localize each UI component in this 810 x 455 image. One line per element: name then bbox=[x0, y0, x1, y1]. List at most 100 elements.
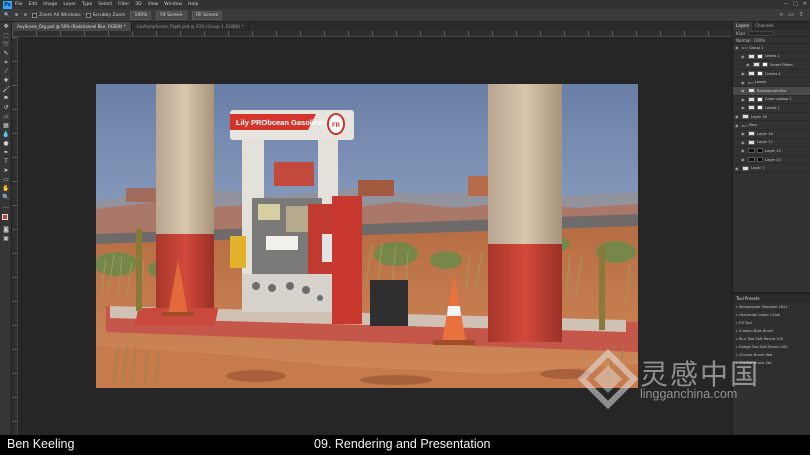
layer-row[interactable]: ◉ ▸▭ Group 1 bbox=[733, 44, 810, 53]
layer-row[interactable]: ◉ Layer 16 bbox=[733, 130, 810, 139]
tool-preset-item[interactable]: Custom Blob Brush bbox=[733, 327, 810, 335]
zoom-tool-icon-side[interactable]: 🔍 bbox=[0, 193, 12, 202]
visibility-eye-icon[interactable]: ◉ bbox=[735, 166, 740, 171]
visibility-eye-icon[interactable]: ◉ bbox=[741, 97, 746, 102]
tab-document-2[interactable]: GasPumpScene_Flight.psd @ 33% (Group 1, … bbox=[132, 22, 250, 31]
scrubby-zoom-checkbox[interactable]: Scrubby Zoom bbox=[85, 12, 125, 18]
quick-select-tool-icon[interactable]: ✎ bbox=[0, 49, 12, 58]
layer-row[interactable]: ◉ Color Lookup 1 bbox=[733, 96, 810, 105]
layer-mask-thumbnail[interactable] bbox=[757, 148, 763, 154]
tool-preset-item[interactable]: Rectangular Marquee 16x1 bbox=[733, 303, 810, 311]
tool-preset-item[interactable]: Horizontal Lasso 1 tool bbox=[733, 311, 810, 319]
opacity-value[interactable]: 100% bbox=[753, 38, 764, 43]
menu-image[interactable]: Image bbox=[43, 2, 57, 7]
layer-row[interactable]: ◉ Layer 14 bbox=[733, 156, 810, 165]
layer-row[interactable]: ◉ Layer 17 bbox=[733, 139, 810, 148]
visibility-eye-icon[interactable]: ◉ bbox=[741, 105, 746, 110]
workspace-icon[interactable]: ▭ bbox=[788, 11, 794, 19]
zoom-tool-icon[interactable]: 🔍 bbox=[4, 13, 10, 18]
blend-mode-select[interactable]: Normal bbox=[736, 38, 750, 43]
quick-mask-icon[interactable]: ◙ bbox=[0, 225, 12, 234]
layer-row[interactable]: ◉ Layer 15 bbox=[733, 147, 810, 156]
tab-layers[interactable]: Layers bbox=[733, 22, 753, 30]
layer-row[interactable]: ◉ ▸▭ Pass bbox=[733, 121, 810, 130]
menu-select[interactable]: Select bbox=[98, 2, 112, 7]
layer-row[interactable]: ◉ ▸▭ Levels bbox=[733, 78, 810, 87]
tab-document-active[interactable]: AnyScene_Org.psd @ 50% (Radchannel Blur,… bbox=[12, 22, 132, 31]
layer-row[interactable]: ◉ Curves 1 bbox=[733, 70, 810, 79]
layer-kind-filter[interactable]: Kind bbox=[736, 31, 745, 36]
visibility-eye-icon[interactable]: ◉ bbox=[741, 148, 746, 153]
zoom-out-icon[interactable]: ⊖ bbox=[23, 13, 27, 18]
stamp-tool-icon[interactable]: ⚑ bbox=[0, 94, 12, 103]
menu-help[interactable]: Help bbox=[188, 2, 198, 7]
eyedropper-tool-icon[interactable]: ⁄ bbox=[0, 67, 12, 76]
marquee-tool-icon[interactable]: ⬚ bbox=[0, 31, 12, 40]
minimize-button[interactable]: — bbox=[783, 1, 788, 7]
menu-filter[interactable]: Filter bbox=[118, 2, 129, 7]
tab-channels[interactable]: Channels bbox=[752, 22, 777, 30]
lasso-tool-icon[interactable]: ➰ bbox=[0, 40, 12, 49]
gradient-tool-icon[interactable]: ▦ bbox=[0, 121, 12, 130]
zoom-all-windows-checkbox[interactable]: Zoom All Windows bbox=[32, 12, 81, 18]
visibility-eye-icon[interactable]: ◉ bbox=[741, 71, 746, 76]
screen-mode-icon[interactable]: ▣ bbox=[0, 234, 12, 243]
visibility-eye-icon[interactable]: ◉ bbox=[741, 131, 746, 136]
pen-tool-icon[interactable]: ✒ bbox=[0, 148, 12, 157]
layer-row[interactable]: ◉ Smart Filters bbox=[733, 61, 810, 70]
layer-mask-thumbnail[interactable] bbox=[757, 53, 763, 59]
layer-row[interactable]: ◉ Radchannel Blur bbox=[733, 86, 810, 96]
healing-tool-icon[interactable]: ✚ bbox=[0, 76, 12, 85]
blur-tool-icon[interactable]: 💧 bbox=[0, 130, 12, 139]
visibility-eye-icon[interactable]: ◉ bbox=[741, 140, 746, 145]
visibility-eye-icon[interactable]: ◉ bbox=[741, 157, 746, 162]
menu-view[interactable]: View bbox=[148, 2, 159, 7]
shape-tool-icon[interactable]: ▭ bbox=[0, 175, 12, 184]
foreground-color[interactable] bbox=[2, 214, 8, 220]
search-icon[interactable]: ⌕ bbox=[780, 11, 783, 19]
history-brush-icon[interactable]: ↺ bbox=[0, 103, 12, 112]
type-tool-icon[interactable]: T bbox=[0, 157, 12, 166]
maximize-button[interactable]: □ bbox=[793, 1, 798, 7]
visibility-eye-icon[interactable]: ◉ bbox=[741, 80, 746, 85]
layer-row[interactable]: ◉ Levels 1 bbox=[733, 104, 810, 113]
layer-mask-thumbnail[interactable] bbox=[757, 105, 763, 111]
more-tools-icon[interactable]: … bbox=[0, 202, 12, 211]
zoom-100-button[interactable]: 100% bbox=[130, 10, 152, 20]
layer-row[interactable]: ◉ Levels 1 bbox=[733, 53, 810, 62]
menu-window[interactable]: Window bbox=[164, 2, 182, 7]
layer-filter-icons[interactable] bbox=[747, 30, 774, 36]
zoom-in-icon[interactable]: ⊕ bbox=[15, 13, 19, 18]
tool-preset-item[interactable]: Fill Tool bbox=[733, 319, 810, 327]
visibility-eye-icon[interactable]: ◉ bbox=[741, 88, 746, 93]
layer-mask-thumbnail[interactable] bbox=[757, 96, 763, 102]
layer-mask-thumbnail[interactable] bbox=[762, 62, 768, 68]
hand-tool-icon[interactable]: ✋ bbox=[0, 184, 12, 193]
layer-row[interactable]: ◉ Layer 18 bbox=[733, 113, 810, 122]
fill-screen-button[interactable]: Fill Screen bbox=[191, 10, 223, 20]
fit-screen-button[interactable]: Fit Screen bbox=[156, 10, 187, 20]
share-icon[interactable]: ⇪ bbox=[799, 11, 804, 19]
visibility-eye-icon[interactable]: ◉ bbox=[735, 45, 740, 50]
visibility-eye-icon[interactable]: ◉ bbox=[741, 54, 746, 59]
visibility-eye-icon[interactable]: ◉ bbox=[746, 62, 751, 67]
document-canvas-image[interactable]: Lily PRObcean Gasolines FR bbox=[96, 84, 638, 388]
layer-mask-thumbnail[interactable] bbox=[757, 71, 763, 77]
eraser-tool-icon[interactable]: ▱ bbox=[0, 112, 12, 121]
color-swatches[interactable] bbox=[0, 213, 12, 225]
brush-tool-icon[interactable]: 🖌 bbox=[0, 85, 12, 94]
menu-type[interactable]: Type bbox=[82, 2, 92, 7]
layer-mask-thumbnail[interactable] bbox=[757, 157, 763, 163]
dodge-tool-icon[interactable]: ● bbox=[0, 139, 12, 148]
close-button[interactable]: ✕ bbox=[803, 1, 807, 7]
layer-row[interactable]: ◉ Layer 1 bbox=[733, 164, 810, 173]
menu-edit[interactable]: Edit bbox=[29, 2, 38, 7]
move-tool-icon[interactable]: ✥ bbox=[0, 22, 12, 31]
tool-preset-item[interactable]: Blur Tool Soft Round 100 bbox=[733, 335, 810, 343]
path-select-tool-icon[interactable]: ➤ bbox=[0, 166, 12, 175]
menu-3d[interactable]: 3D bbox=[135, 2, 141, 7]
menu-layer[interactable]: Layer bbox=[63, 2, 76, 7]
menu-file[interactable]: File bbox=[15, 2, 23, 7]
crop-tool-icon[interactable]: ⌗ bbox=[0, 58, 12, 67]
visibility-eye-icon[interactable]: ◉ bbox=[735, 123, 740, 128]
